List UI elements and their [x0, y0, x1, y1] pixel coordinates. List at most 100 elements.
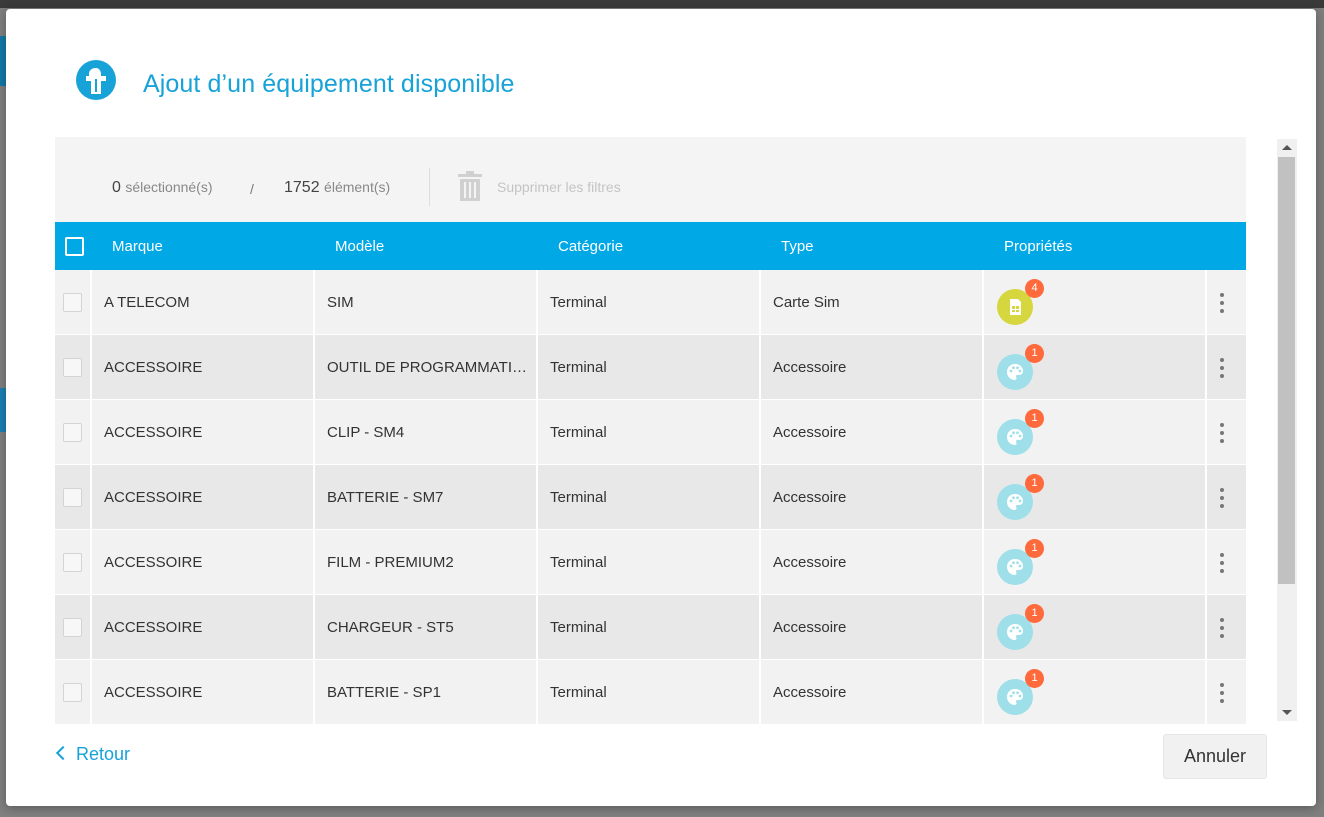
column-divider	[982, 335, 984, 400]
column-divider	[536, 270, 538, 335]
cell-type: Accessoire	[773, 359, 847, 376]
column-header-model[interactable]: Modèle	[335, 238, 384, 255]
chevron-left-icon	[55, 745, 71, 761]
table-row[interactable]: ACCESSOIRE BATTERIE - SM7 Terminal Accessoi…	[55, 465, 1246, 530]
column-divider	[313, 270, 315, 335]
cell-type: Accessoire	[773, 554, 847, 571]
cell-model: BATTERIE - SM7	[327, 489, 444, 506]
column-divider	[90, 660, 92, 724]
cancel-button[interactable]: Annuler	[1163, 734, 1267, 779]
table-row[interactable]: ACCESSOIRE CLIP - SM4 Terminal Accessoire 1	[55, 400, 1246, 465]
column-divider	[90, 595, 92, 660]
total-count-value: 1752	[284, 179, 320, 196]
scroll-down-arrow-icon[interactable]	[1282, 710, 1292, 715]
table-row[interactable]: ACCESSOIRE OUTIL DE PROGRAMMATI… Terminal A…	[55, 335, 1246, 400]
cell-model: CHARGEUR - ST5	[327, 619, 454, 636]
column-divider	[759, 270, 761, 335]
cell-category: Terminal	[550, 684, 607, 701]
table-row[interactable]: ACCESSOIRE BATTERIE - SP1 Terminal Accessoi…	[55, 660, 1246, 724]
column-divider	[313, 595, 315, 660]
column-divider	[759, 595, 761, 660]
cell-model: FILM - PREMIUM2	[327, 554, 454, 571]
table-row[interactable]: A TELECOM SIM Terminal Carte Sim 4	[55, 270, 1246, 335]
column-divider	[536, 660, 538, 724]
more-options-icon[interactable]	[1216, 291, 1228, 315]
column-divider	[1205, 660, 1207, 724]
column-divider	[90, 465, 92, 530]
back-link[interactable]: Retour	[55, 744, 130, 765]
column-divider	[759, 465, 761, 530]
row-checkbox[interactable]	[63, 618, 82, 637]
add-equipment-icon	[76, 60, 116, 100]
column-divider	[982, 660, 984, 724]
table-toolbar: 0 sélectionné(s) / 1752 élément(s) Suppr…	[55, 137, 1246, 222]
equipment-table: 0 sélectionné(s) / 1752 élément(s) Suppr…	[55, 137, 1246, 724]
table-row[interactable]: ACCESSOIRE CHARGEUR - ST5 Terminal Accessoi…	[55, 595, 1246, 660]
cell-model: OUTIL DE PROGRAMMATI…	[327, 359, 528, 376]
selected-count: 0 sélectionné(s)	[112, 179, 213, 197]
more-options-icon[interactable]	[1216, 356, 1228, 380]
scrollbar-thumb[interactable]	[1278, 157, 1295, 584]
column-header-properties[interactable]: Propriétés	[1004, 238, 1072, 255]
scroll-up-arrow-icon[interactable]	[1282, 145, 1292, 150]
more-options-icon[interactable]	[1216, 486, 1228, 510]
cell-brand: ACCESSOIRE	[104, 424, 203, 441]
column-divider	[759, 530, 761, 595]
column-divider	[536, 400, 538, 465]
column-divider	[982, 530, 984, 595]
table-header: Marque Modèle Catégorie Type Propriétés	[55, 222, 1246, 270]
cell-type: Carte Sim	[773, 294, 840, 311]
selected-count-value: 0	[112, 179, 121, 196]
column-divider	[313, 465, 315, 530]
column-divider	[536, 530, 538, 595]
cell-brand: ACCESSOIRE	[104, 359, 203, 376]
cell-category: Terminal	[550, 619, 607, 636]
column-divider	[982, 400, 984, 465]
column-divider	[90, 400, 92, 465]
total-count: 1752 élément(s)	[284, 179, 390, 197]
column-divider	[313, 530, 315, 595]
column-divider	[982, 595, 984, 660]
table-row[interactable]: ACCESSOIRE FILM - PREMIUM2 Terminal Accesso…	[55, 530, 1246, 595]
table-scrollbar[interactable]	[1277, 139, 1297, 721]
property-count-badge: 1	[1025, 474, 1044, 493]
select-all-checkbox[interactable]	[65, 237, 84, 256]
column-divider	[313, 335, 315, 400]
more-options-icon[interactable]	[1216, 421, 1228, 445]
add-equipment-dialog: Ajout d’un équipement disponible 0 sélec…	[6, 9, 1316, 806]
column-divider	[1205, 595, 1207, 660]
row-checkbox[interactable]	[63, 488, 82, 507]
cell-category: Terminal	[550, 359, 607, 376]
property-count-badge: 1	[1025, 604, 1044, 623]
column-divider	[982, 270, 984, 335]
cell-model: SIM	[327, 294, 354, 311]
toolbar-divider	[429, 168, 430, 206]
row-checkbox[interactable]	[63, 423, 82, 442]
more-options-icon[interactable]	[1216, 616, 1228, 640]
selected-count-label: sélectionné(s)	[125, 179, 213, 195]
cell-type: Accessoire	[773, 424, 847, 441]
column-divider	[759, 335, 761, 400]
cell-brand: ACCESSOIRE	[104, 619, 203, 636]
cell-model: CLIP - SM4	[327, 424, 405, 441]
total-count-label: élément(s)	[324, 179, 391, 195]
property-count-badge: 1	[1025, 344, 1044, 363]
row-checkbox[interactable]	[63, 683, 82, 702]
column-header-brand[interactable]: Marque	[112, 238, 163, 255]
dialog-title: Ajout d’un équipement disponible	[143, 70, 515, 98]
row-checkbox[interactable]	[63, 358, 82, 377]
cell-category: Terminal	[550, 489, 607, 506]
more-options-icon[interactable]	[1216, 681, 1228, 705]
row-checkbox[interactable]	[63, 553, 82, 572]
column-header-category[interactable]: Catégorie	[558, 238, 623, 255]
column-header-type[interactable]: Type	[781, 238, 814, 255]
cell-type: Accessoire	[773, 489, 847, 506]
trash-icon[interactable]	[457, 171, 483, 201]
more-options-icon[interactable]	[1216, 551, 1228, 575]
column-divider	[1205, 400, 1207, 465]
property-count-badge: 1	[1025, 669, 1044, 688]
row-checkbox[interactable]	[63, 293, 82, 312]
cell-type: Accessoire	[773, 684, 847, 701]
clear-filters-button[interactable]: Supprimer les filtres	[497, 179, 621, 195]
column-divider	[536, 595, 538, 660]
